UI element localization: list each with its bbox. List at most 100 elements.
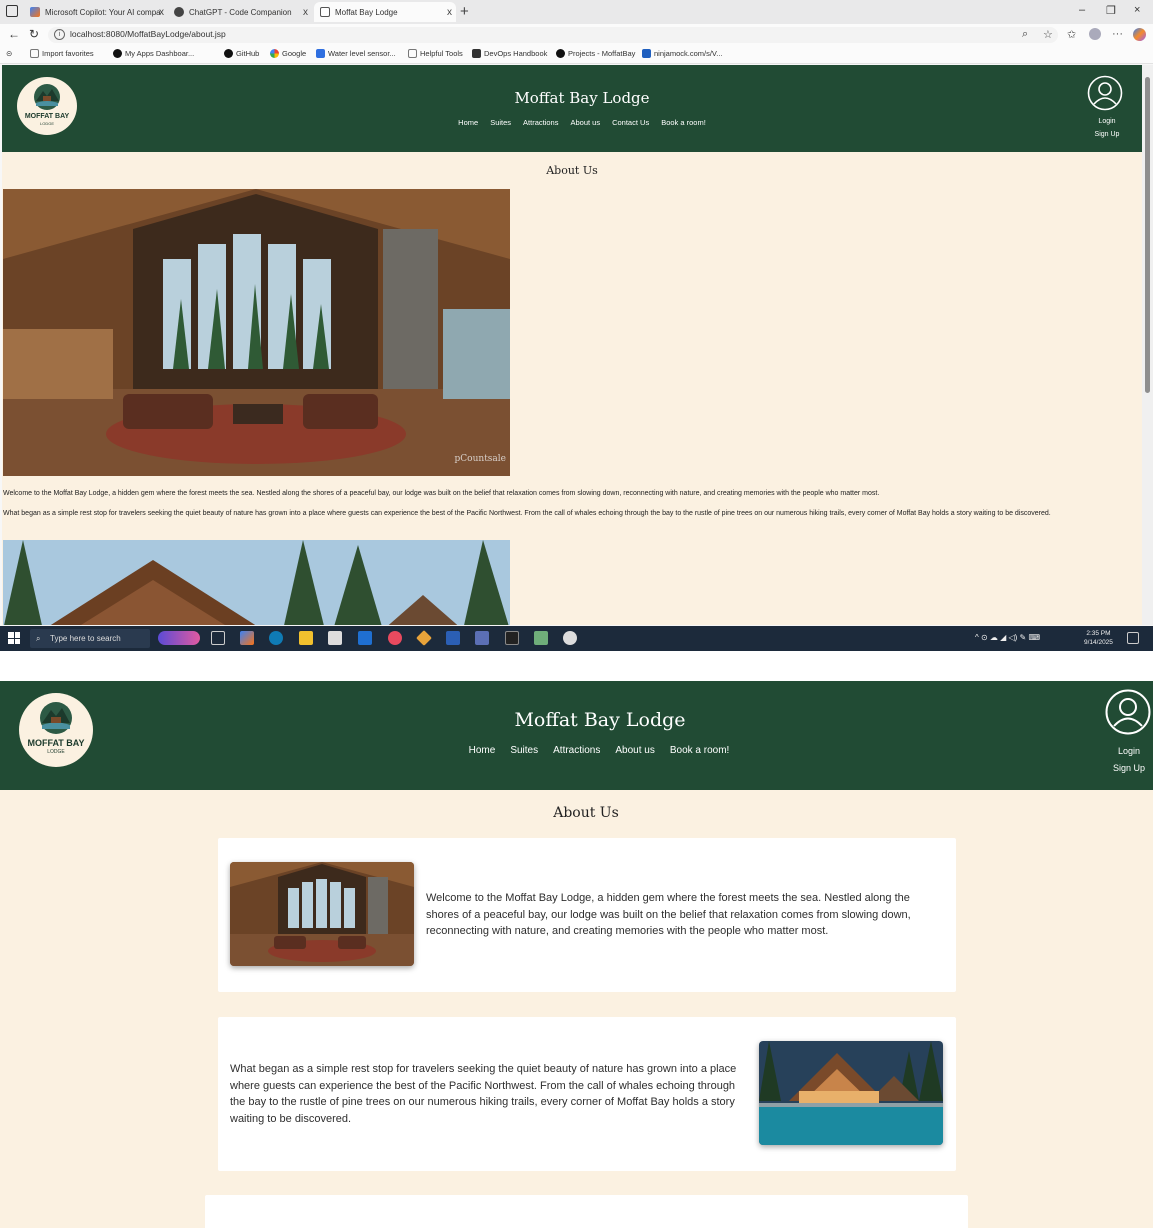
close-tab-icon[interactable]: x	[303, 7, 308, 18]
site-title: Moffat Bay Lodge	[514, 709, 686, 731]
page-heading: About Us	[553, 805, 619, 821]
lodge-interior-illustration	[3, 189, 510, 476]
favorites-icon[interactable]: ✩	[1067, 28, 1076, 41]
nav-home[interactable]: Home	[458, 118, 478, 127]
nav-contact-us[interactable]: Contact Us	[612, 118, 649, 127]
nav-suites[interactable]: Suites	[490, 118, 511, 127]
browser-tab-bar: Microsoft Copilot: Your AI compa x ChatG…	[0, 0, 1153, 24]
copilot-app-icon[interactable]	[240, 631, 254, 645]
bookmark-label: Water level sensor...	[328, 49, 396, 58]
about-card-1: Welcome to the Moffat Bay Lodge, a hidde…	[218, 838, 956, 992]
lodge-exterior-image	[759, 1041, 943, 1145]
page-scrollbar[interactable]	[1142, 65, 1153, 625]
login-link[interactable]: Login	[1108, 746, 1150, 756]
profile-icon[interactable]	[1089, 28, 1101, 40]
bookmarks-menu-icon[interactable]: ⊝	[6, 49, 12, 58]
back-icon[interactable]: ←	[8, 27, 20, 41]
tab-actions-icon[interactable]	[6, 5, 18, 17]
url-text: localhost:8080/MoffatBayLodge/about.jsp	[70, 29, 226, 39]
terminal-icon[interactable]	[505, 631, 519, 645]
bookmark-label: My Apps Dashboar...	[125, 49, 195, 58]
restore-button[interactable]: ❐	[1106, 4, 1116, 17]
favorite-star-icon[interactable]: ☆	[1043, 28, 1053, 41]
bookmark-import-favorites[interactable]: Import favorites	[30, 49, 94, 58]
redesigned-page: MOFFAT BAY LODGE Moffat Bay Lodge Home S…	[0, 681, 1153, 1228]
lodge-interior-illustration	[230, 862, 414, 966]
bookmark-helpful-tools[interactable]: Helpful Tools	[408, 49, 463, 58]
app-icon[interactable]	[563, 631, 577, 645]
nav-about-us[interactable]: About us	[615, 745, 654, 756]
notifications-icon[interactable]	[1127, 632, 1139, 644]
tab-moffat-bay[interactable]: Moffat Bay Lodge x	[314, 2, 456, 22]
about-paragraph-2: What began as a simple rest stop for tra…	[3, 510, 1051, 517]
windows-start-icon[interactable]	[8, 632, 20, 644]
nav-attractions[interactable]: Attractions	[553, 745, 600, 756]
task-view-icon[interactable]	[211, 631, 225, 645]
close-tab-icon[interactable]: x	[447, 7, 452, 18]
tab-title: Moffat Bay Lodge	[335, 7, 398, 17]
calendar-icon[interactable]	[328, 631, 342, 645]
url-field[interactable]: i localhost:8080/MoffatBayLodge/about.js…	[48, 27, 1058, 43]
bookmark-github[interactable]: GitHub	[224, 49, 259, 58]
edge-icon[interactable]	[269, 631, 283, 645]
bookmark-devops[interactable]: DevOps Handbook	[472, 49, 547, 58]
user-account-icon[interactable]	[1087, 75, 1123, 111]
nav-attractions[interactable]: Attractions	[523, 118, 558, 127]
chatgpt-icon	[174, 7, 184, 17]
nav-suites[interactable]: Suites	[510, 745, 538, 756]
bookmark-label: GitHub	[236, 49, 260, 58]
image-watermark: pCountsale	[454, 454, 506, 464]
lodge-exterior-image	[3, 540, 510, 625]
scrollbar-thumb[interactable]	[1145, 77, 1150, 393]
folder-icon	[408, 49, 417, 58]
nav-book-room[interactable]: Book a room!	[661, 118, 706, 127]
site-info-icon[interactable]: i	[54, 29, 65, 40]
minimize-button[interactable]: –	[1079, 4, 1085, 16]
taskbar-search[interactable]: ⌕ Type here to search	[30, 629, 150, 648]
user-account-icon[interactable]	[1105, 689, 1151, 735]
copilot-sidebar-icon[interactable]	[1133, 28, 1146, 41]
site-header: MOFFAT BAY LODGE Moffat Bay Lodge Home S…	[0, 681, 1153, 790]
nav-about-us[interactable]: About us	[570, 118, 600, 127]
page-viewport-original: MOFFAT BAY LODGE Moffat Bay Lodge Home S…	[2, 65, 1142, 625]
site-icon	[642, 49, 651, 58]
tab-chatgpt[interactable]: ChatGPT - Code Companion x	[174, 2, 312, 22]
new-tab-button[interactable]: +	[460, 3, 469, 20]
app-icon[interactable]	[416, 630, 432, 646]
book-icon	[472, 49, 481, 58]
login-link[interactable]: Login	[1090, 118, 1124, 125]
system-tray-icons[interactable]: ^ ⊙ ☁ ◢ ◁) ✎ ⌨	[975, 633, 1040, 642]
clock-date: 9/14/2025	[1084, 639, 1113, 646]
bookmark-label: DevOps Handbook	[484, 49, 548, 58]
site-icon	[316, 49, 325, 58]
outlook-icon[interactable]	[358, 631, 372, 645]
tab-copilot[interactable]: Microsoft Copilot: Your AI compa x	[30, 2, 168, 22]
nav-book-room[interactable]: Book a room!	[670, 745, 729, 756]
bookmarks-bar: ⊝ Import favorites My Apps Dashboar... G…	[0, 46, 1153, 64]
bookmark-label: Google	[282, 49, 307, 58]
close-window-button[interactable]: ×	[1134, 4, 1140, 16]
file-explorer-icon[interactable]	[299, 631, 313, 645]
close-tab-icon[interactable]: x	[159, 7, 164, 18]
bookmark-my-apps[interactable]: My Apps Dashboar...	[113, 49, 194, 58]
app-icon[interactable]	[475, 631, 489, 645]
app-icon[interactable]	[388, 631, 402, 645]
bookmark-label: ninjamock.com/s/V...	[654, 49, 723, 58]
signup-link[interactable]: Sign Up	[1108, 763, 1150, 773]
bookmark-water-level[interactable]: Water level sensor...	[316, 49, 396, 58]
windows-taskbar: ⌕ Type here to search ^ ⊙ ☁ ◢ ◁) ✎ ⌨ 2:3…	[0, 626, 1153, 651]
app-icon[interactable]	[534, 631, 548, 645]
bookmark-google[interactable]: Google	[270, 49, 306, 58]
github-icon	[224, 49, 233, 58]
bookmark-projects[interactable]: Projects - MoffatBay	[556, 49, 635, 58]
widget-icon[interactable]	[158, 631, 200, 645]
nav-home[interactable]: Home	[469, 745, 496, 756]
signup-link[interactable]: Sign Up	[1090, 131, 1124, 138]
word-icon[interactable]	[446, 631, 460, 645]
refresh-icon[interactable]: ↻	[29, 27, 39, 41]
about-paragraph-2: What began as a simple rest stop for tra…	[230, 1063, 737, 1125]
bookmark-ninjamock[interactable]: ninjamock.com/s/V...	[642, 49, 723, 58]
taskbar-clock[interactable]: 2:35 PM 9/14/2025	[1084, 629, 1113, 647]
zoom-icon[interactable]: ⌕	[1022, 28, 1028, 41]
more-icon[interactable]: ···	[1112, 28, 1123, 40]
